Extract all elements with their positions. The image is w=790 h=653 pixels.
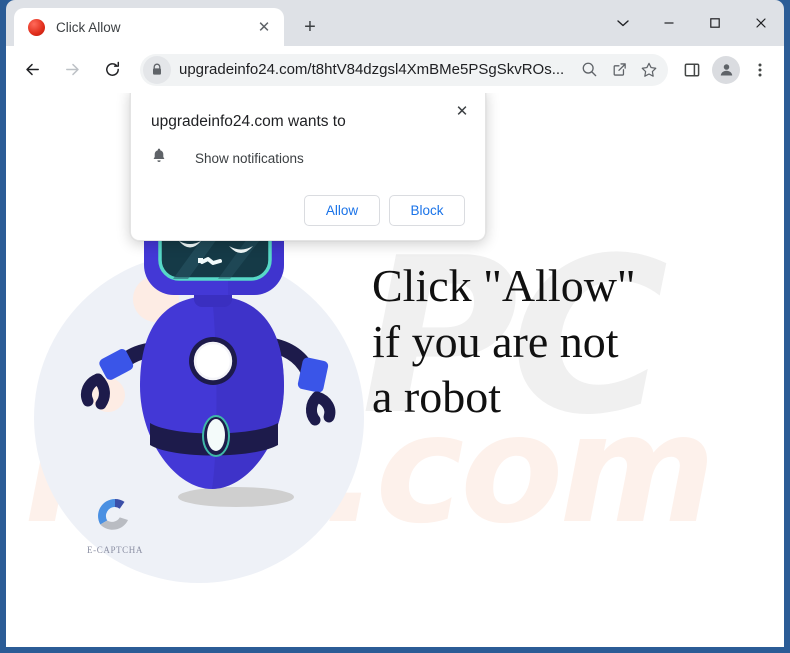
close-icon[interactable]	[738, 0, 784, 46]
tab-title: Click Allow	[56, 19, 121, 35]
dialog-actions: Allow Block	[151, 195, 465, 226]
avatar	[712, 55, 740, 84]
address-bar[interactable]: upgradeinfo24.com/t8htV84dzgsl4XmBMe5PSg…	[140, 53, 668, 86]
more-menu-icon[interactable]	[744, 54, 776, 86]
dialog-close-icon[interactable]: ✕	[449, 98, 475, 124]
permission-row: Show notifications	[151, 147, 465, 169]
new-tab-button[interactable]: +	[294, 11, 326, 43]
window-controls	[600, 0, 784, 46]
omnibox-icons	[574, 55, 668, 85]
headline-line-1: Click "Allow"	[372, 260, 636, 311]
minimize-icon[interactable]	[646, 0, 692, 46]
permission-label: Show notifications	[195, 150, 304, 166]
bookmark-star-icon[interactable]	[634, 55, 664, 85]
captcha-label: E-CAPTCHA	[87, 545, 143, 555]
captcha-logo: E-CAPTCHA	[84, 495, 146, 555]
maximize-icon[interactable]	[692, 0, 738, 46]
browser-window: Click Allow ✕ + upgradeinfo24.com/t8htV8…	[0, 0, 790, 653]
lock-icon[interactable]	[143, 55, 171, 84]
tab-close-icon[interactable]: ✕	[252, 15, 276, 39]
headline-line-2: if you are not	[372, 315, 619, 367]
tab-strip: Click Allow ✕ +	[6, 0, 784, 46]
side-panel-icon[interactable]	[676, 54, 708, 86]
block-button[interactable]: Block	[389, 195, 465, 226]
share-icon[interactable]	[604, 55, 634, 85]
tab-search-chevron-down-icon[interactable]	[600, 0, 646, 46]
tab-favicon-icon	[28, 18, 45, 36]
dialog-title: upgradeinfo24.com wants to	[151, 113, 346, 130]
page-headline: Click "Allow" if you are not a robot	[372, 258, 636, 425]
profile-avatar-icon[interactable]	[710, 54, 742, 86]
robot-illustration	[80, 203, 336, 489]
bell-icon	[151, 147, 173, 169]
allow-button[interactable]: Allow	[304, 195, 380, 226]
back-arrow-icon[interactable]	[16, 54, 48, 86]
url-text: upgradeinfo24.com/t8htV84dzgsl4XmBMe5PSg…	[179, 61, 565, 78]
notification-permission-dialog: ✕ upgradeinfo24.com wants to Show notifi…	[130, 93, 486, 241]
toolbar-right-icons	[674, 54, 776, 86]
search-icon[interactable]	[574, 55, 604, 85]
browser-toolbar: upgradeinfo24.com/t8htV84dzgsl4XmBMe5PSg…	[6, 46, 784, 93]
headline-line-3: a robot	[372, 371, 502, 423]
page-content: PC risk.com E-CAPTCHA Click "Allow" if y…	[6, 93, 784, 647]
forward-arrow-icon	[56, 54, 88, 86]
captcha-c-icon	[98, 499, 128, 530]
reload-icon[interactable]	[96, 54, 128, 86]
browser-tab-click-allow[interactable]: Click Allow ✕	[14, 8, 284, 46]
